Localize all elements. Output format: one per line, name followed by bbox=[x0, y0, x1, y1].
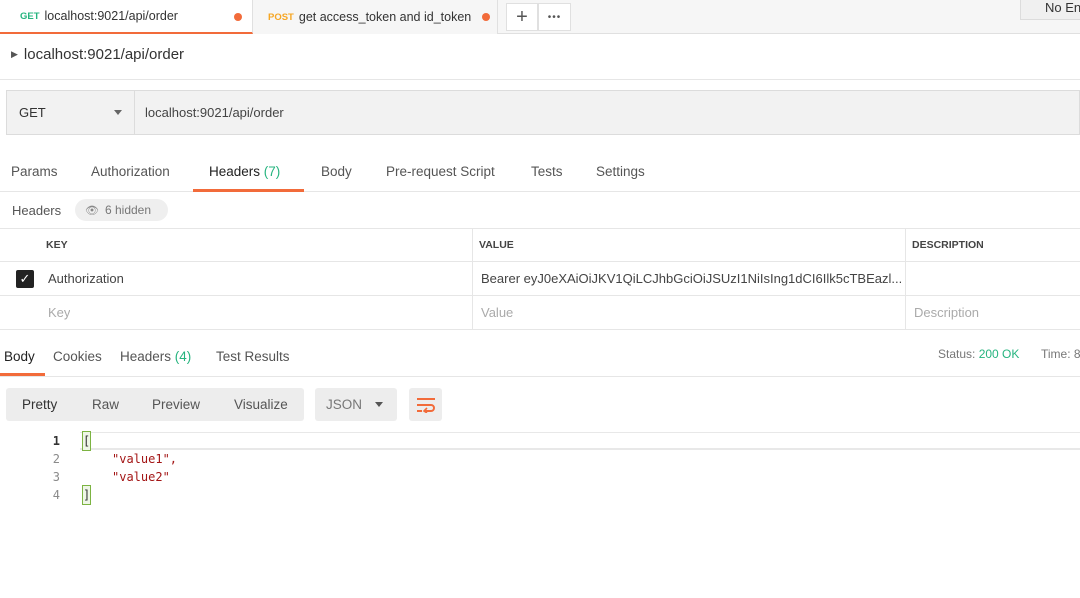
environment-selector[interactable]: No Environment bbox=[1020, 0, 1080, 20]
tab-body[interactable]: Body bbox=[321, 164, 352, 179]
row-enabled-checkbox[interactable]: ✓ bbox=[16, 270, 34, 288]
line-number: 4 bbox=[52, 488, 60, 502]
chevron-down-icon bbox=[114, 110, 122, 115]
unsaved-dot-icon bbox=[234, 13, 242, 21]
code-text: ] bbox=[81, 485, 92, 505]
code-text: [ bbox=[81, 431, 92, 451]
view-preview[interactable]: Preview bbox=[152, 397, 200, 412]
more-tabs-button[interactable]: ••• bbox=[538, 3, 571, 31]
tab-authorization[interactable]: Authorization bbox=[91, 164, 170, 179]
method-select[interactable]: GET bbox=[7, 91, 135, 134]
code-line: 3 "value2" bbox=[0, 468, 1080, 486]
response-tab-headers-label: Headers bbox=[120, 349, 172, 364]
code-text: "value1", bbox=[112, 452, 178, 466]
url-bar: GET localhost:9021/api/order bbox=[6, 90, 1080, 135]
new-key-input[interactable]: Key bbox=[48, 296, 70, 329]
column-header-description: DESCRIPTION bbox=[912, 239, 984, 251]
active-tab-indicator bbox=[193, 189, 304, 192]
add-tab-button[interactable]: + bbox=[506, 3, 538, 31]
table-header-row: KEY VALUE DESCRIPTION bbox=[0, 228, 1080, 262]
tab-get-order[interactable]: GET localhost:9021/api/order bbox=[0, 0, 253, 34]
caret-right-icon: ▶ bbox=[11, 49, 18, 59]
response-tabs: Body Cookies Headers (4) Test Results bbox=[0, 338, 1080, 377]
header-value-input[interactable]: Bearer eyJ0eXAiOiJKV1QiLCJhbGciOiJSUzI1N… bbox=[481, 262, 901, 295]
status-label: Status: bbox=[938, 347, 976, 361]
breadcrumb[interactable]: ▶ localhost:9021/api/order bbox=[11, 46, 184, 63]
code-line: 2 "value1", bbox=[0, 450, 1080, 468]
column-header-key: KEY bbox=[46, 239, 68, 251]
column-header-value: VALUE bbox=[479, 239, 514, 251]
hidden-headers-toggle[interactable]: 👁 6 hidden bbox=[75, 199, 168, 221]
view-pretty[interactable]: Pretty bbox=[22, 397, 57, 412]
tab-title: localhost:9021/api/order bbox=[44, 9, 178, 23]
request-tabs: Params Authorization Headers (7) Body Pr… bbox=[0, 150, 1080, 192]
column-divider bbox=[905, 229, 906, 261]
tab-headers-count: (7) bbox=[263, 164, 281, 179]
column-divider bbox=[472, 262, 473, 295]
line-number: 2 bbox=[52, 452, 60, 466]
tab-tests[interactable]: Tests bbox=[531, 164, 563, 179]
response-tab-test-results[interactable]: Test Results bbox=[216, 349, 290, 364]
request-title: localhost:9021/api/order bbox=[23, 46, 185, 63]
response-time[interactable]: Time: 8 bbox=[1041, 347, 1080, 361]
table-row: Key Value Description bbox=[0, 296, 1080, 330]
response-tab-body[interactable]: Body bbox=[4, 349, 35, 364]
url-input[interactable]: localhost:9021/api/order bbox=[145, 91, 284, 134]
tab-headers-label: Headers bbox=[209, 164, 261, 179]
method-value: GET bbox=[19, 105, 46, 120]
response-tab-headers-count: (4) bbox=[174, 349, 192, 364]
view-visualize[interactable]: Visualize bbox=[234, 397, 288, 412]
format-value: JSON bbox=[326, 397, 363, 412]
wrap-lines-button[interactable] bbox=[409, 388, 442, 421]
column-divider bbox=[905, 262, 906, 295]
tab-headers[interactable]: Headers (7) bbox=[209, 164, 280, 179]
eye-icon: 👁 bbox=[85, 204, 99, 217]
tab-post-token[interactable]: POST get access_token and id_token bbox=[253, 0, 498, 34]
tab-method-get: GET bbox=[20, 10, 40, 22]
divider bbox=[0, 79, 1080, 80]
wrap-lines-icon bbox=[416, 397, 435, 413]
active-response-tab-indicator bbox=[0, 373, 45, 376]
tab-pre-request-script[interactable]: Pre-request Script bbox=[386, 164, 495, 179]
column-divider bbox=[472, 229, 473, 261]
column-divider bbox=[472, 296, 473, 329]
tab-bar: GET localhost:9021/api/order POST get ac… bbox=[0, 0, 1080, 34]
line-number: 3 bbox=[52, 470, 60, 484]
format-select[interactable]: JSON bbox=[315, 388, 397, 421]
tab-method-post: POST bbox=[268, 11, 294, 23]
response-tab-headers[interactable]: Headers (4) bbox=[120, 349, 191, 364]
table-row: ✓ Authorization Bearer eyJ0eXAiOiJKV1QiL… bbox=[0, 262, 1080, 296]
view-raw[interactable]: Raw bbox=[92, 397, 119, 412]
code-text: "value2" bbox=[112, 470, 170, 484]
new-description-input[interactable]: Description bbox=[914, 296, 979, 329]
new-value-input[interactable]: Value bbox=[481, 296, 513, 329]
header-key-input[interactable]: Authorization bbox=[48, 262, 124, 295]
tab-params[interactable]: Params bbox=[11, 164, 58, 179]
response-status: Status: 200 OK bbox=[938, 347, 1019, 361]
tab-settings[interactable]: Settings bbox=[596, 164, 645, 179]
status-value[interactable]: 200 OK bbox=[979, 347, 1020, 361]
tab-title: get access_token and id_token bbox=[298, 10, 472, 24]
chevron-down-icon bbox=[375, 402, 383, 407]
line-number: 1 bbox=[52, 434, 60, 448]
column-divider bbox=[905, 296, 906, 329]
view-mode-group: Pretty Raw Preview Visualize bbox=[6, 388, 304, 421]
response-tab-cookies[interactable]: Cookies bbox=[53, 349, 102, 364]
code-line: 4 ] bbox=[0, 485, 1080, 505]
unsaved-dot-icon bbox=[482, 13, 490, 21]
headers-section-label: Headers bbox=[12, 203, 62, 218]
hidden-headers-label: 6 hidden bbox=[104, 203, 152, 217]
code-line: 1 [ bbox=[0, 431, 1080, 451]
